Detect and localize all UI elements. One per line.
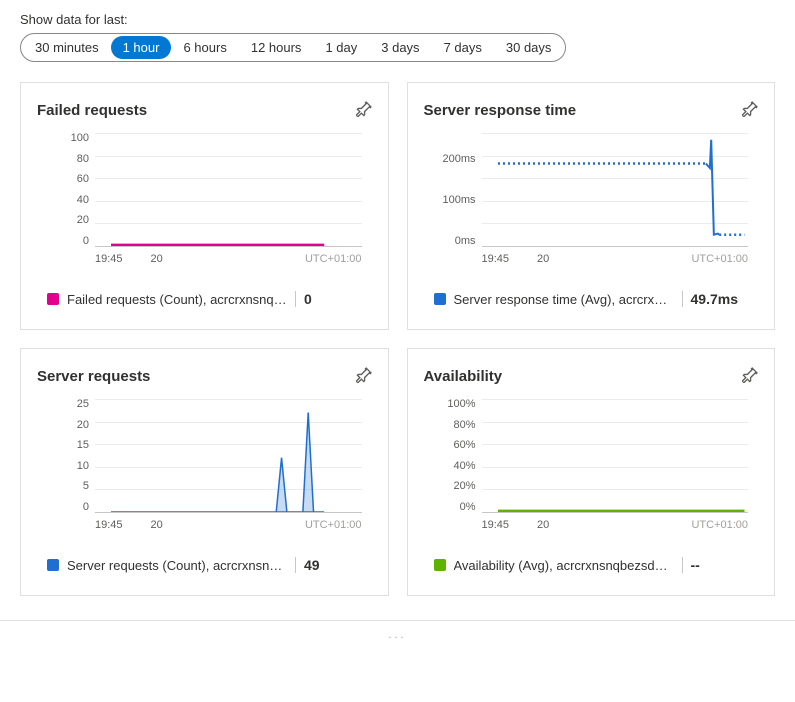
chart-plot[interactable] <box>482 133 749 247</box>
resize-handle-icon[interactable] <box>386 629 410 635</box>
chart-legend: Failed requests (Count), acrcrxnsnqb… 0 <box>47 291 372 307</box>
y-axis-labels: 100% 80% 60% 40% 20% 0% <box>436 399 476 513</box>
pill-1hour[interactable]: 1 hour <box>111 36 172 59</box>
card-failed-requests[interactable]: Failed requests 100 80 60 40 20 0 <box>20 82 389 330</box>
card-title: Server response time <box>424 102 577 119</box>
pill-6hours[interactable]: 6 hours <box>171 36 238 59</box>
pill-1day[interactable]: 1 day <box>313 36 369 59</box>
y-axis-labels: 100 80 60 40 20 0 <box>49 133 89 247</box>
chart-plot[interactable] <box>95 399 362 513</box>
legend-label: Server response time (Avg), acrcrxn… <box>454 292 674 307</box>
pill-12hours[interactable]: 12 hours <box>239 36 314 59</box>
time-range-label: Show data for last: <box>20 12 775 27</box>
card-title: Server requests <box>37 368 150 385</box>
legend-label: Server requests (Count), acrcrxnsnqb… <box>67 558 287 573</box>
pill-30days[interactable]: 30 days <box>494 36 564 59</box>
pill-30min[interactable]: 30 minutes <box>23 36 111 59</box>
y-axis-labels: · 200ms · 100ms · 0ms <box>436 133 476 247</box>
legend-value: -- <box>682 557 700 573</box>
swatch <box>47 559 59 571</box>
swatch <box>434 559 446 571</box>
legend-label: Availability (Avg), acrcrxnsnqbezsd2-… <box>454 558 674 573</box>
pin-icon[interactable] <box>350 363 375 388</box>
pin-icon[interactable] <box>736 363 761 388</box>
pill-3days[interactable]: 3 days <box>369 36 431 59</box>
card-availability[interactable]: Availability 100% 80% 60% 40% 20% 0% <box>407 348 776 596</box>
legend-value: 49 <box>295 557 320 573</box>
x-axis-labels: 19:4520 UTC+01:00 <box>482 253 749 265</box>
card-server-requests[interactable]: Server requests 25 20 15 10 5 0 <box>20 348 389 596</box>
chart-legend: Server response time (Avg), acrcrxn… 49.… <box>434 291 759 307</box>
chart-plot[interactable] <box>482 399 749 513</box>
x-axis-labels: 19:4520 UTC+01:00 <box>482 519 749 531</box>
chart-legend: Availability (Avg), acrcrxnsnqbezsd2-… -… <box>434 557 759 573</box>
card-title: Availability <box>424 368 503 385</box>
x-axis-labels: 19:4520 UTC+01:00 <box>95 253 362 265</box>
y-axis-labels: 25 20 15 10 5 0 <box>49 399 89 513</box>
pill-7days[interactable]: 7 days <box>432 36 494 59</box>
x-axis-labels: 19:4520 UTC+01:00 <box>95 519 362 531</box>
swatch <box>434 293 446 305</box>
pin-icon[interactable] <box>736 97 761 122</box>
card-title: Failed requests <box>37 102 147 119</box>
pin-icon[interactable] <box>350 97 375 122</box>
legend-value: 0 <box>295 291 312 307</box>
swatch <box>47 293 59 305</box>
card-server-response-time[interactable]: Server response time · 200ms · 100ms · 0… <box>407 82 776 330</box>
legend-value: 49.7ms <box>682 291 738 307</box>
chart-legend: Server requests (Count), acrcrxnsnqb… 49 <box>47 557 372 573</box>
legend-label: Failed requests (Count), acrcrxnsnqb… <box>67 292 287 307</box>
time-range-selector: 30 minutes 1 hour 6 hours 12 hours 1 day… <box>20 33 566 62</box>
chart-plot[interactable] <box>95 133 362 247</box>
